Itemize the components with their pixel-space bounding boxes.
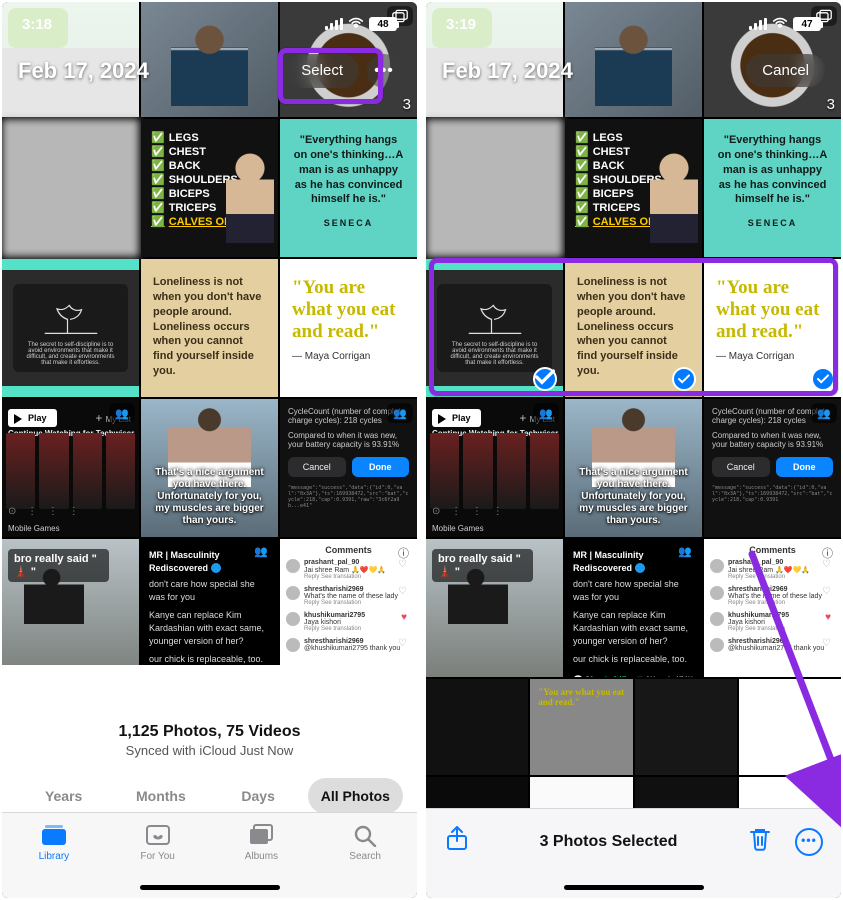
thumb-ig-comments[interactable]: Commentsⓘ prashant_pal_90Jai shree Ram 🙏…: [280, 539, 417, 677]
battery-indicator: 48: [369, 17, 397, 31]
sync-status: Synced with iCloud Just Now: [2, 743, 417, 758]
photo-row-1: LEGSCHESTBACK SHOULDERSBICEPSTRICEPS CAL…: [2, 119, 417, 257]
screenshot-selection: 3 3:19 47 Feb 17, 2024 Cancel LEGSCHESTB…: [426, 2, 841, 898]
thumb-muscle-meme[interactable]: That's a nice argument you have there. U…: [565, 399, 702, 537]
time-segment: Years Months Days All Photos: [16, 778, 403, 814]
segment-months[interactable]: Months: [113, 778, 208, 814]
tab-search[interactable]: Search: [313, 813, 417, 898]
thumb-workout-list[interactable]: LEGSCHESTBACK SHOULDERSBICEPSTRICEPS CAL…: [141, 119, 278, 257]
photo-row-4: bro really said " 🗼 " MR | Masculinity R…: [2, 539, 417, 677]
cellular-icon: [325, 18, 343, 30]
segment-all-photos[interactable]: All Photos: [308, 778, 403, 814]
thumb-bonsai-quote[interactable]: The secret to self-discipline is to avoi…: [2, 259, 139, 397]
library-summary: 1,125 Photos, 75 Videos Synced with iClo…: [2, 665, 417, 826]
shared-badge-icon: 👥: [672, 543, 698, 563]
battery-indicator: 47: [793, 17, 821, 31]
status-time: 3:18: [22, 16, 52, 33]
thumb-seneca-quote[interactable]: "Everything hangs on one's thinking…A ma…: [280, 119, 417, 257]
thumb-ig-comments[interactable]: Commentsⓘ prashant_pal_90Jai shree Ram 🙏…: [704, 539, 841, 677]
photo-row-4: bro really said " 🗼 " MR | Masculinity R…: [426, 539, 841, 677]
status-bar: 3:18 48: [2, 2, 417, 46]
photo-row-5: "You are what you eat and read.": [426, 679, 841, 775]
photo-row-3: Play My List Continue Watching for Techw…: [2, 399, 417, 537]
status-bar: 3:19 47: [426, 2, 841, 46]
cancel-button[interactable]: Cancel: [746, 54, 825, 87]
tab-library[interactable]: Library: [2, 813, 106, 898]
shared-badge-icon: 👥: [109, 403, 135, 423]
date-title: Feb 17, 2024: [18, 58, 149, 84]
shared-badge-icon: 👥: [248, 543, 274, 563]
thumb-netflix[interactable]: PlayMy List Continue Watching for Techwi…: [426, 399, 563, 537]
home-indicator[interactable]: [564, 885, 704, 890]
shared-badge-icon: 👥: [811, 403, 837, 423]
thumb-mini[interactable]: [426, 679, 528, 775]
thumb-eat-read-quote[interactable]: "You are what you eat and read."— Maya C…: [280, 259, 417, 397]
shared-badge-icon: 👥: [533, 403, 559, 423]
thumb-loneliness-quote[interactable]: Loneliness is not when you don't have pe…: [141, 259, 278, 397]
segment-days[interactable]: Days: [211, 778, 306, 814]
thumb-bro-meme[interactable]: bro really said " 🗼 ": [426, 539, 563, 677]
more-actions-button[interactable]: •••: [795, 828, 823, 856]
thumb-tweet[interactable]: MR | Masculinity Rediscovered don't care…: [565, 539, 702, 677]
thumb-tweet[interactable]: MR | Masculinity Rediscovered don't care…: [141, 539, 278, 677]
photo-row-3: PlayMy List Continue Watching for Techwi…: [426, 399, 841, 537]
segment-years[interactable]: Years: [16, 778, 111, 814]
home-indicator[interactable]: [140, 885, 280, 890]
thumb-mini[interactable]: [635, 679, 737, 775]
selection-count: 3 Photos Selected: [540, 833, 678, 851]
thumb-workout-list[interactable]: LEGSCHESTBACKSHOULDERSBICEPSTRICEPSCALVE…: [565, 119, 702, 257]
thumb-bro-meme[interactable]: bro really said " 🗼 ": [2, 539, 139, 677]
thumb-mini[interactable]: "You are what you eat and read.": [530, 679, 632, 775]
thumb-blur[interactable]: [426, 119, 563, 257]
thumb-seneca-quote[interactable]: "Everything hangs on one's thinking…A ma…: [704, 119, 841, 257]
wifi-icon: [347, 15, 365, 33]
date-title: Feb 17, 2024: [442, 58, 573, 84]
shared-badge-icon: 👥: [387, 403, 413, 423]
thumb-blur[interactable]: [2, 119, 139, 257]
thumb-battery-shortcut[interactable]: CycleCount (number of complete charge cy…: [704, 399, 841, 537]
thumb-muscle-meme[interactable]: That's a nice argument you have there. U…: [141, 399, 278, 537]
share-button[interactable]: [444, 826, 470, 857]
trash-button[interactable]: [747, 826, 773, 857]
library-icon: [40, 823, 68, 847]
status-time: 3:19: [446, 16, 476, 33]
albums-icon: [247, 823, 275, 847]
highlight-select-button: [278, 48, 383, 104]
thumb-netflix[interactable]: Play My List Continue Watching for Techw…: [2, 399, 139, 537]
search-icon: [351, 823, 379, 847]
highlight-selected-row: [429, 258, 838, 396]
media-count: 1,125 Photos, 75 Videos: [2, 723, 417, 741]
photo-row-2: The secret to self-discipline is to avoi…: [2, 259, 417, 397]
cellular-icon: [749, 18, 767, 30]
wifi-icon: [771, 15, 789, 33]
screenshot-library: 3 3:18 48 Feb 17, 2024 Select ••• LEGSCH…: [2, 2, 417, 898]
photo-row-1: LEGSCHESTBACKSHOULDERSBICEPSTRICEPSCALVE…: [426, 119, 841, 257]
for-you-icon: [144, 823, 172, 847]
thumb-battery-shortcut[interactable]: CycleCount (number of complete charge cy…: [280, 399, 417, 537]
thumb-mini[interactable]: [739, 679, 841, 775]
